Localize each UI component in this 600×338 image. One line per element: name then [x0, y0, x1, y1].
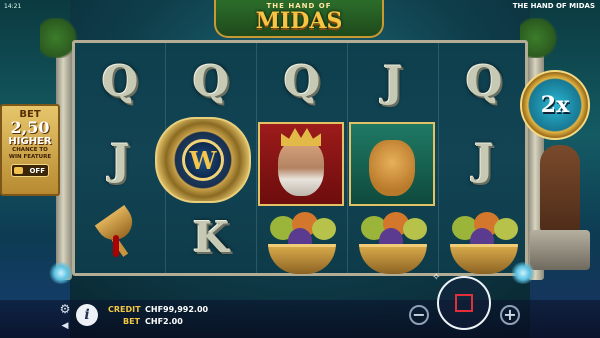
ante-bet-desc-line2: WIN FEATURE — [8, 154, 52, 160]
reel-separator — [438, 43, 439, 273]
right-torch-icon — [510, 262, 536, 284]
reel-symbol-q: Q — [441, 43, 527, 119]
king-symbol — [258, 121, 344, 207]
game-title: THE HAND OF MIDAS — [512, 2, 595, 10]
reel-area: Q J Q W K Q J Q J — [72, 40, 528, 276]
settings-gear-icon[interactable]: ⚙ — [58, 302, 72, 316]
midas-hand-icon — [540, 145, 580, 235]
symbol-letter: J — [383, 56, 403, 106]
symbol-letter: K — [192, 212, 230, 262]
fruit-basket-symbol — [350, 203, 436, 279]
symbol-letter: Q — [192, 56, 230, 106]
reel-symbol-q: Q — [168, 43, 254, 119]
game-logo: THE HAND OF MIDAS — [214, 0, 384, 38]
toggle-knob-icon — [14, 167, 23, 174]
fruit-basket-icon — [444, 208, 524, 274]
sound-speaker-icon[interactable]: ◀ — [58, 320, 72, 332]
princess-portrait-icon — [349, 122, 435, 206]
multiplier-badge: 2x — [520, 70, 590, 140]
ante-bet-panel[interactable]: BET 2,50 HIGHER CHANCE TO WIN FEATURE OF… — [0, 104, 60, 196]
status-time: 14:21 — [4, 3, 22, 10]
autoplay-icon[interactable]: ✧ — [432, 272, 440, 283]
reel-symbol-j: J — [441, 121, 527, 197]
info-button[interactable]: i — [76, 304, 98, 326]
wild-frame-icon: W — [155, 117, 251, 203]
symbol-letter: J — [110, 134, 130, 184]
reel-symbol-j: J — [350, 43, 436, 119]
decrease-bet-button[interactable]: − — [409, 305, 429, 325]
credit-label: CREDIT — [108, 305, 141, 314]
ante-bet-toggle[interactable]: OFF — [11, 164, 49, 177]
princess-symbol — [349, 121, 435, 207]
credit-value: CHF99,992.00 — [145, 305, 209, 314]
reel-symbol-j: J — [77, 121, 163, 197]
ante-bet-value: 2,50 — [10, 118, 50, 137]
reel-separator — [256, 43, 257, 273]
wild-letter: W — [182, 139, 224, 181]
bet-display: BET CHF2.00 — [108, 317, 183, 326]
king-portrait-icon — [258, 122, 344, 206]
ante-bet-desc-line1: CHANCE TO — [12, 147, 48, 153]
fruit-basket-icon — [262, 208, 342, 274]
logo-title: MIDAS — [255, 8, 343, 34]
spin-stop-icon — [455, 294, 473, 312]
reel-separator — [347, 43, 348, 273]
symbol-letter: Q — [465, 56, 503, 106]
symbol-letter: Q — [101, 56, 139, 106]
right-pedestal — [530, 230, 590, 270]
wild-symbol: W — [153, 117, 253, 203]
ante-bet-higher: HIGHER — [8, 136, 52, 147]
reel-symbol-k: K — [168, 199, 254, 275]
symbol-letter: Q — [283, 56, 321, 106]
left-torch-icon — [48, 262, 74, 284]
ante-bet-toggle-label: OFF — [29, 166, 45, 175]
bet-label: BET — [122, 317, 140, 326]
goblet-icon — [94, 205, 145, 267]
spin-button[interactable] — [437, 276, 491, 330]
fruit-basket-icon — [353, 208, 433, 274]
multiplier-value: 2x — [540, 92, 570, 118]
reel-symbol-q: Q — [77, 43, 163, 119]
credit-display: CREDIT CHF99,992.00 — [108, 305, 208, 314]
reel-symbol-q: Q — [259, 43, 345, 119]
fruit-basket-symbol — [259, 203, 345, 279]
goblet-symbol — [77, 199, 163, 275]
increase-bet-button[interactable]: + — [500, 305, 520, 325]
symbol-letter: J — [474, 134, 494, 184]
bet-value: CHF2.00 — [145, 317, 183, 326]
